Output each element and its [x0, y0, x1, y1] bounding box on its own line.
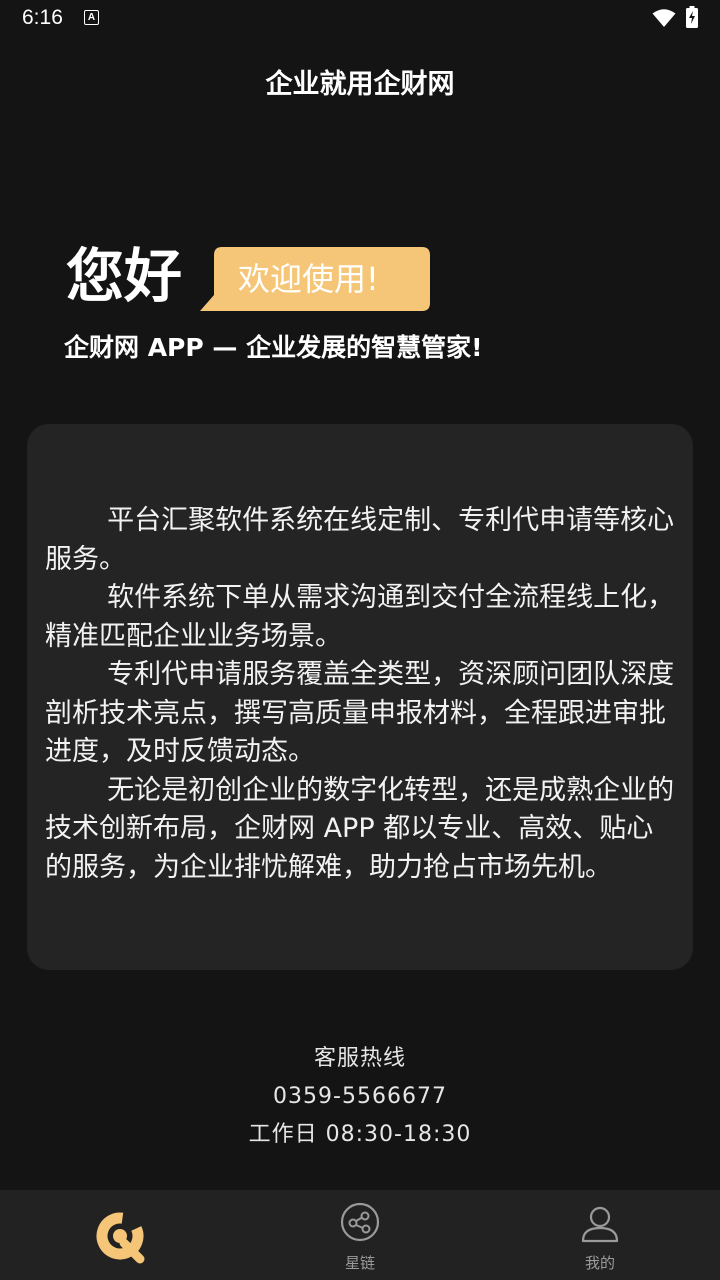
home-logo-icon [96, 1212, 145, 1264]
customer-service-info: 客服热线 0359-5566677 工作日 08:30-18:30 [0, 1040, 720, 1154]
page-title: 企业就用企财网 [265, 69, 455, 100]
service-hours: 工作日 08:30-18:30 [248, 1122, 472, 1147]
status-bar: 6:16 A [0, 0, 720, 36]
nav-xinglian[interactable]: 星链 [240, 1190, 480, 1280]
nav-mine[interactable]: 我的 [480, 1190, 720, 1280]
intro-paragraph: 软件系统下单从需求沟通到交付全流程线上化，精准匹配企业业务场景。 [45, 582, 675, 652]
battery-charging-icon [686, 6, 698, 28]
tagline: 企财网 APP — 企业发展的智慧管家! [64, 333, 483, 362]
welcome-bubble: 欢迎使用! [200, 247, 430, 311]
nav-home[interactable] [0, 1190, 240, 1280]
intro-paragraph: 专利代申请服务覆盖全类型，资深顾问团队深度剖析技术亮点，撰写高质量申报材料，全程… [45, 659, 675, 767]
hotline-phone[interactable]: 0359-5566677 [0, 1078, 720, 1116]
nav-mine-label: 我的 [584, 1254, 615, 1272]
welcome-text: 欢迎使用! [238, 260, 379, 298]
intro-paragraph: 无论是初创企业的数字化转型，还是成熟企业的技术创新布局，企财网 APP 都以专业… [45, 774, 675, 883]
status-time: 6:16 [22, 6, 63, 29]
wifi-icon [652, 9, 676, 27]
greeting-heading: 您好 [66, 242, 183, 310]
intro-paragraph: 平台汇聚软件系统在线定制、专利代申请等核心服务。 [45, 505, 675, 575]
intro-text: 平台汇聚软件系统在线定制、专利代申请等核心服务。 软件系统下单从需求沟通到交付全… [45, 502, 677, 887]
user-icon [581, 1206, 619, 1243]
a-icon: A [84, 10, 99, 25]
hotline-label: 客服热线 [313, 1046, 406, 1071]
bottom-nav: 星链 我的 [0, 1190, 720, 1280]
intro-card: 平台汇聚软件系统在线定制、专利代申请等核心服务。 软件系统下单从需求沟通到交付全… [27, 424, 693, 970]
share-nodes-icon [340, 1202, 380, 1242]
nav-xinglian-label: 星链 [344, 1254, 375, 1272]
